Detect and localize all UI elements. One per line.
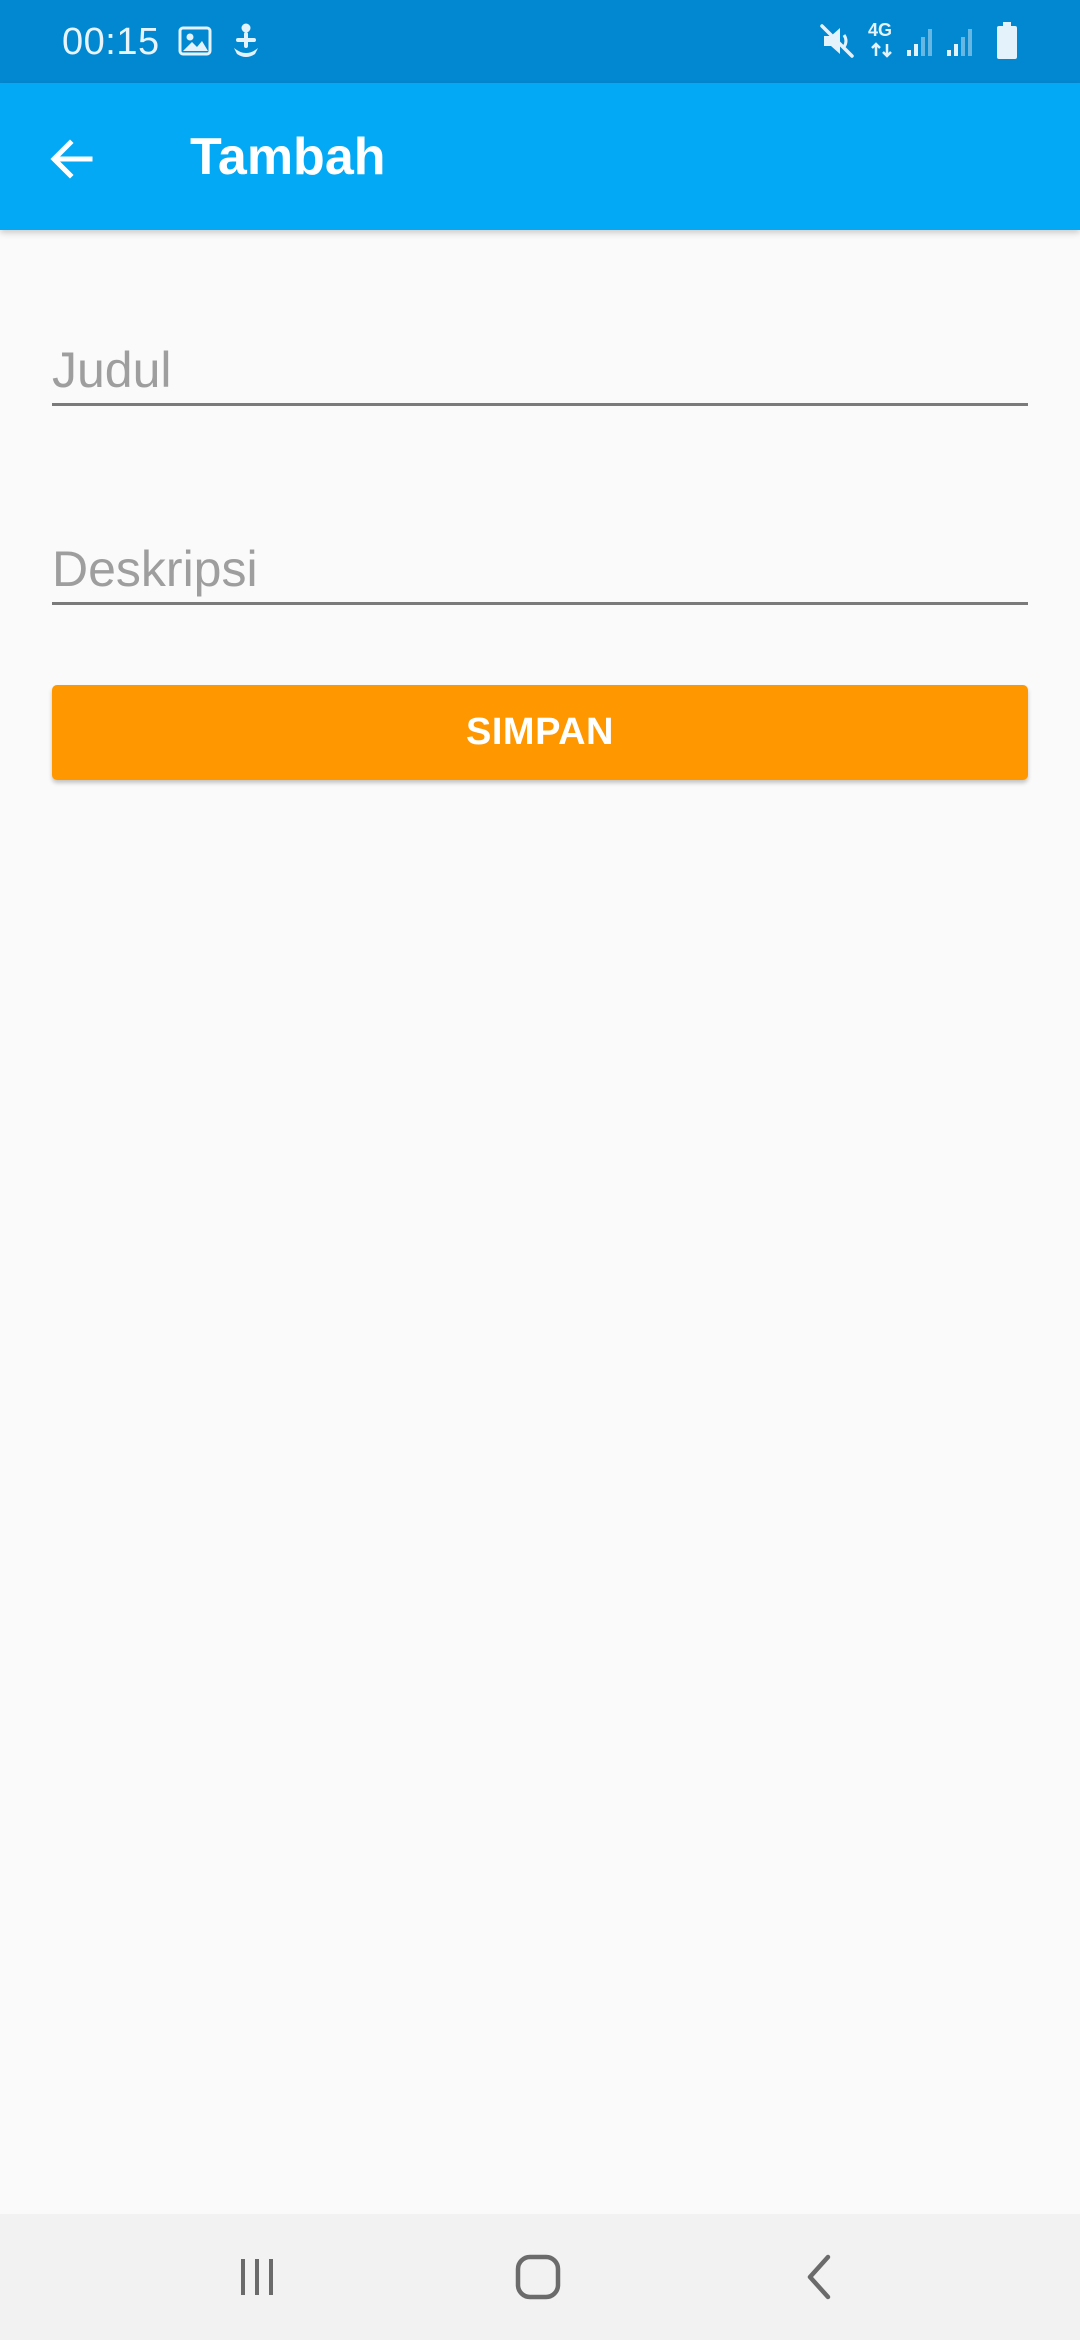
app-bar: Tambah <box>0 83 1080 230</box>
description-field-container <box>52 509 1028 609</box>
title-field-container <box>52 310 1028 410</box>
save-button[interactable]: SIMPAN <box>52 685 1028 780</box>
recents-button[interactable] <box>197 2234 317 2320</box>
arrow-back-icon <box>50 139 93 179</box>
back-button[interactable] <box>30 117 114 201</box>
status-time: 00:15 <box>62 21 160 63</box>
home-icon <box>515 2254 561 2300</box>
signal-icon <box>907 29 932 56</box>
home-button[interactable] <box>478 2234 598 2320</box>
mute-icon <box>820 24 854 58</box>
description-input[interactable] <box>52 509 1028 605</box>
network-4g-icon: 4G <box>868 20 898 60</box>
notification-icon <box>234 23 258 57</box>
signal-icon <box>947 29 972 56</box>
recents-icon <box>241 2259 273 2295</box>
navigation-bar <box>0 2214 1080 2340</box>
network-type-label: 4G <box>868 20 893 40</box>
gallery-icon <box>178 26 212 56</box>
battery-icon <box>997 22 1017 59</box>
page-title: Tambah <box>190 128 386 186</box>
back-icon <box>807 2254 831 2300</box>
title-input[interactable] <box>52 310 1028 406</box>
nav-back-button[interactable] <box>760 2234 880 2320</box>
status-bar: 00:15 4G <box>0 0 1080 83</box>
